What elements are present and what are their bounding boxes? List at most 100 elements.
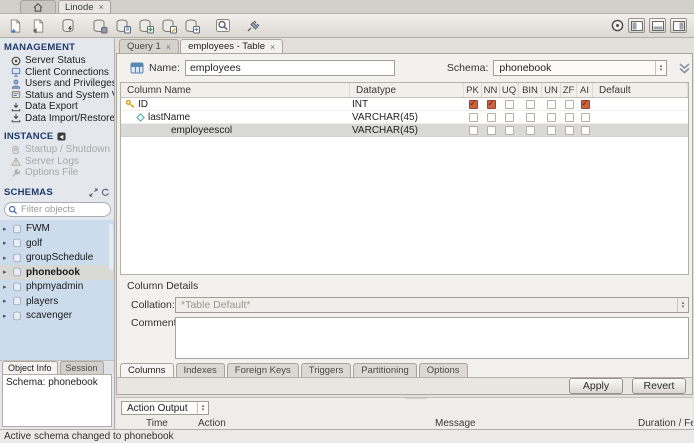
revert-button[interactable]: Revert	[632, 378, 686, 394]
database-column-icon[interactable]	[113, 17, 133, 35]
column-datatype[interactable]: VARCHAR(45)	[350, 125, 464, 136]
toggle-bottom-panel-icon[interactable]	[649, 18, 666, 33]
schema-item-players[interactable]: ▸ players	[0, 294, 114, 309]
stepper-icon[interactable]: ▴ ▾	[655, 61, 666, 75]
output-header-message[interactable]: Message	[435, 418, 638, 429]
sidebar-item-data-import[interactable]: Data Import/Restore	[0, 113, 114, 125]
stepper-icon[interactable]: ▴ ▾	[677, 298, 688, 312]
expand-panel-icon[interactable]	[89, 187, 98, 197]
checkbox-unchecked-icon[interactable]	[526, 125, 535, 135]
header-bin[interactable]: BIN	[519, 83, 542, 97]
header-nn[interactable]: NN	[482, 83, 500, 97]
stepper-icon[interactable]: ▴ ▾	[197, 402, 208, 414]
tab-indexes[interactable]: Indexes	[175, 363, 225, 377]
checkbox-checked-icon[interactable]: ✓	[468, 99, 478, 109]
checkbox-unchecked-icon[interactable]	[580, 125, 590, 135]
tab-employees-table[interactable]: employees - Table ×	[180, 39, 284, 53]
splitter-handle[interactable]	[404, 398, 427, 399]
tab-session[interactable]: Session	[59, 361, 104, 374]
comment-textarea[interactable]	[175, 317, 689, 359]
header-default[interactable]: Default	[593, 83, 688, 97]
header-uq[interactable]: UQ	[500, 83, 519, 97]
header-column-name[interactable]: Column Name	[121, 83, 350, 97]
checkbox-checked-icon[interactable]: ✓	[580, 99, 590, 109]
toggle-right-panel-icon[interactable]	[670, 18, 687, 33]
search-table-data-icon[interactable]	[213, 17, 233, 35]
tree-scrollbar[interactable]	[109, 223, 113, 270]
schema-item-scavenger[interactable]: ▸ scavenger	[0, 309, 114, 324]
sidebar-item-server-logs[interactable]: Server Logs	[0, 156, 114, 168]
checkbox-unchecked-icon[interactable]	[580, 112, 590, 122]
checkbox-unchecked-icon[interactable]	[526, 99, 535, 109]
schema-item-phpmyadmin[interactable]: ▸ phpmyadmin	[0, 280, 114, 295]
tab-columns[interactable]: Columns	[120, 363, 174, 377]
tab-foreign-keys[interactable]: Foreign Keys	[226, 363, 299, 377]
toggle-left-panel-icon[interactable]	[628, 18, 645, 33]
header-zf[interactable]: ZF	[561, 83, 577, 97]
table-name-input[interactable]	[184, 60, 395, 76]
connection-tab-linode[interactable]: Linode ×	[58, 0, 111, 13]
reconnect-plug-icon[interactable]	[244, 17, 264, 35]
database-bolt-icon[interactable]	[59, 17, 79, 35]
schema-filter-input[interactable]	[4, 201, 111, 217]
database-edit-icon[interactable]	[159, 17, 179, 35]
header-ai[interactable]: AI	[577, 83, 593, 97]
checkbox-unchecked-icon[interactable]	[526, 112, 535, 122]
column-row-employeescol[interactable]: employeescol VARCHAR(45)	[121, 124, 688, 137]
schema-item-phonebook[interactable]: ▸ phonebook	[0, 265, 114, 280]
refresh-icon[interactable]	[101, 188, 110, 197]
tab-query-1[interactable]: Query 1 ×	[119, 39, 180, 53]
checkbox-unchecked-icon[interactable]	[505, 125, 514, 135]
checkbox-unchecked-icon[interactable]	[468, 112, 478, 122]
clock-icon[interactable]	[611, 19, 624, 32]
column-row-lastname[interactable]: lastName VARCHAR(45)	[121, 111, 688, 124]
collation-select[interactable]: *Table Default* ▴ ▾	[175, 297, 689, 313]
database-plus-icon[interactable]	[136, 17, 156, 35]
checkbox-unchecked-icon[interactable]	[547, 99, 556, 109]
tab-partitioning[interactable]: Partitioning	[353, 363, 417, 377]
expander-icon[interactable]: ▸	[3, 239, 11, 247]
output-header-time[interactable]: Time	[146, 418, 198, 429]
new-sql-tab-icon[interactable]	[5, 17, 25, 35]
schema-item-groupschedule[interactable]: ▸ groupSchedule	[0, 251, 114, 266]
checkbox-unchecked-icon[interactable]	[505, 99, 514, 109]
schema-item-golf[interactable]: ▸ golf	[0, 236, 114, 251]
tab-options[interactable]: Options	[418, 363, 468, 377]
checkbox-unchecked-icon[interactable]	[547, 112, 556, 122]
checkbox-unchecked-icon[interactable]	[468, 125, 478, 135]
sidebar-item-client-connections[interactable]: Client Connections	[0, 67, 114, 79]
database-arrow-icon[interactable]	[182, 17, 202, 35]
expander-icon[interactable]: ▸	[3, 254, 11, 262]
checkbox-unchecked-icon[interactable]	[505, 112, 514, 122]
checkbox-unchecked-icon[interactable]	[486, 112, 496, 122]
column-datatype[interactable]: VARCHAR(45)	[350, 112, 464, 123]
collapse-editor-icon[interactable]	[677, 62, 692, 75]
header-datatype[interactable]: Datatype	[350, 83, 464, 97]
grid-empty-area[interactable]	[121, 137, 688, 274]
output-header-action[interactable]: Action	[198, 418, 435, 429]
apply-button[interactable]: Apply	[569, 378, 623, 394]
database-icon[interactable]	[90, 17, 110, 35]
close-icon[interactable]: ×	[166, 42, 171, 52]
sidebar-item-status-system-variables[interactable]: Status and System Variables	[0, 90, 114, 102]
tab-triggers[interactable]: Triggers	[300, 363, 352, 377]
expander-icon[interactable]: ▸	[3, 297, 11, 305]
schema-item-fwm[interactable]: ▸ FWM	[0, 222, 114, 237]
expander-icon[interactable]: ▸	[3, 283, 11, 291]
sidebar-item-startup-shutdown[interactable]: Startup / Shutdown	[0, 144, 114, 156]
sidebar-item-data-export[interactable]: Data Export	[0, 101, 114, 113]
header-pk[interactable]: PK	[464, 83, 482, 97]
sidebar-item-users-privileges[interactable]: Users and Privileges	[0, 78, 114, 90]
checkbox-unchecked-icon[interactable]	[564, 125, 574, 135]
open-sql-script-icon[interactable]	[28, 17, 48, 35]
sidebar-item-server-status[interactable]: Server Status	[0, 55, 114, 67]
output-selector[interactable]: Action Output ▴ ▾	[121, 401, 209, 415]
home-tab[interactable]	[20, 0, 56, 13]
sidebar-item-options-file[interactable]: Options File	[0, 167, 114, 179]
schema-select[interactable]: phonebook ▴ ▾	[493, 60, 667, 76]
expander-icon[interactable]: ▸	[3, 225, 11, 233]
column-row-id[interactable]: ID INT ✓ ✓ ✓	[121, 98, 688, 111]
checkbox-unchecked-icon[interactable]	[564, 99, 574, 109]
checkbox-unchecked-icon[interactable]	[564, 112, 574, 122]
checkbox-checked-icon[interactable]: ✓	[486, 99, 496, 109]
